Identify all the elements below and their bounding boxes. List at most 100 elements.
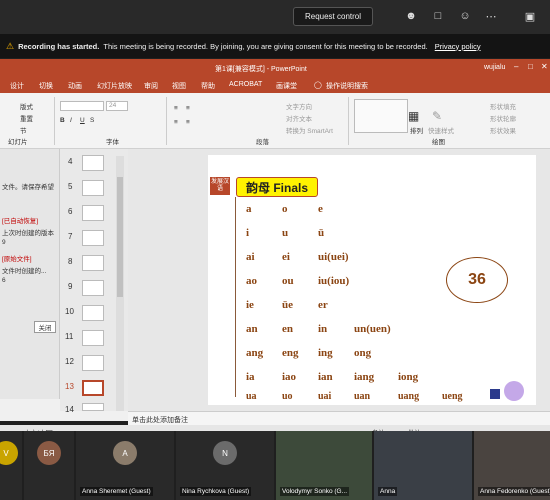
quick-styles-button[interactable]: 快速样式 [428, 125, 454, 135]
tab-review[interactable]: 审阅 [144, 81, 158, 91]
chat-icon[interactable]: □ [431, 9, 445, 23]
bold-button[interactable]: B [60, 117, 65, 124]
italic-button[interactable]: I [70, 117, 72, 124]
slide-thumbnail[interactable] [82, 180, 104, 196]
final: uan [354, 391, 371, 402]
camera-icon[interactable]: ▣ [523, 9, 537, 23]
group-drawing-label: 绘图 [432, 139, 445, 146]
participant-video-tile[interactable]: Volodymyr Sonko (G... [276, 431, 372, 500]
smartart-button[interactable]: 转换为 SmartArt [286, 125, 333, 135]
final: e [318, 203, 323, 215]
maximize-icon[interactable]: □ [528, 62, 538, 72]
participant-video-tile[interactable]: Anna [374, 431, 472, 500]
close-recovery-button[interactable]: 关闭 [34, 321, 56, 333]
participant-tile[interactable]: V [0, 431, 22, 500]
slide-thumbnail[interactable] [82, 230, 104, 246]
shadow-button[interactable]: S [90, 117, 94, 124]
bullets-button[interactable]: ≡ [174, 105, 178, 112]
reset-button[interactable]: 重置 [20, 113, 33, 123]
slide-thumbnail-selected[interactable] [82, 380, 104, 396]
more-icon[interactable]: ⋯ [484, 9, 498, 23]
final: ueng [442, 391, 463, 402]
shape-outline-button[interactable]: 形状轮廓 [490, 113, 516, 123]
slide-thumbnail[interactable] [82, 305, 104, 321]
font-size-select[interactable]: 24 [106, 101, 128, 111]
recovery-original-desc: 文件时创建的... [2, 268, 47, 275]
slide-thumbnail[interactable] [82, 255, 104, 271]
request-control-button[interactable]: Request control [293, 7, 373, 26]
close-icon[interactable]: ✕ [541, 62, 550, 72]
group-slides-label: 幻灯片 [8, 139, 28, 146]
group-paragraph-label: 段落 [256, 139, 269, 146]
final: uai [318, 391, 332, 402]
font-name-select[interactable] [60, 101, 104, 111]
tab-acrobat[interactable]: ACROBAT [229, 81, 262, 88]
participant-strip: V БЯ A Anna Sheremet (Guest) N Nina Rych… [0, 431, 550, 500]
final: iu(iou) [318, 275, 350, 287]
slide-thumbnail[interactable] [82, 355, 104, 371]
tab-design[interactable]: 设计 [10, 81, 24, 91]
final: ai [246, 251, 255, 263]
final: ian [318, 371, 333, 383]
thumb-number: 5 [68, 182, 73, 191]
notes-pane[interactable]: 单击此处添加备注 [128, 411, 550, 425]
participant-tile[interactable]: N Nina Rychkova (Guest) [176, 431, 274, 500]
recovery-original[interactable]: [原始文件] [2, 253, 32, 263]
final: ui(uei) [318, 251, 349, 263]
document-recovery-pane: 文件。请保存希望 [已自动恢复] 上次时创建的版本 9 [原始文件] 文件时创建… [0, 149, 60, 399]
ribbon: 版式 重置 节 幻灯片 24 B I U S 字体 ≡ ≡ ≡ ≡ 文字方向 对… [0, 93, 550, 149]
layout-button[interactable]: 版式 [20, 101, 33, 111]
tell-me-search[interactable]: 操作说明搜索 [326, 81, 368, 91]
shape-fill-button[interactable]: 形状填充 [490, 101, 516, 111]
tab-slideshow[interactable]: 幻灯片放映 [97, 81, 132, 91]
slide[interactable]: 发展汉语 韵母 Finals a o e i u ü ai ei ui(uei)… [208, 155, 536, 405]
arrange-icon[interactable]: ▦ [408, 109, 419, 123]
lightbulb-icon: ◯ [314, 82, 322, 89]
participant-tile[interactable]: A Anna Sheremet (Guest) [76, 431, 174, 500]
participant-tile[interactable]: БЯ [24, 431, 74, 500]
section-button[interactable]: 节 [20, 125, 27, 135]
group-font-label: 字体 [106, 139, 119, 146]
numbering-button[interactable]: ≡ [186, 105, 190, 112]
tab-help[interactable]: 帮助 [201, 81, 215, 91]
slide-thumbnail[interactable] [82, 280, 104, 296]
separator [54, 97, 55, 145]
scrollbar-thumb[interactable] [117, 177, 123, 297]
divider-line [235, 197, 236, 397]
shapes-gallery[interactable] [354, 99, 408, 133]
slide-thumbnail[interactable] [82, 403, 104, 411]
final: en [282, 323, 293, 335]
powerpoint-window: 第1课[兼容模式] - PowerPoint wujialu – □ ✕ 设计 … [0, 59, 550, 437]
final: ao [246, 275, 257, 287]
align-text-button[interactable]: 对齐文本 [286, 113, 312, 123]
recovery-autosaved[interactable]: [已自动恢复] [2, 215, 38, 225]
avatar: V [0, 441, 18, 465]
slide-thumbnail[interactable] [82, 155, 104, 171]
slide-thumbnail[interactable] [82, 205, 104, 221]
shape-effects-button[interactable]: 形状效果 [490, 125, 516, 135]
final: iong [398, 371, 419, 383]
avatar: БЯ [37, 441, 61, 465]
minimize-icon[interactable]: – [514, 62, 524, 72]
align-center-button[interactable]: ≡ [186, 119, 190, 126]
thumb-number: 10 [65, 307, 74, 316]
tab-view[interactable]: 视图 [172, 81, 186, 91]
final: üe [282, 299, 293, 311]
people-icon[interactable]: ☻ [404, 9, 418, 23]
final: u [282, 227, 289, 239]
slide-number-circle: 36 [446, 257, 508, 303]
privacy-policy-link[interactable]: Privacy policy [435, 42, 481, 51]
final: a [246, 203, 252, 215]
participant-video-tile[interactable]: Anna Fedorenko (Guest) [474, 431, 550, 500]
slide-thumbnail[interactable] [82, 330, 104, 346]
text-direction-button[interactable]: 文字方向 [286, 101, 312, 111]
tab-transitions[interactable]: 切换 [39, 81, 53, 91]
underline-button[interactable]: U [80, 117, 85, 124]
tab-animations[interactable]: 动画 [68, 81, 82, 91]
publisher-logo [490, 389, 500, 399]
react-icon[interactable]: ☺ [458, 9, 472, 23]
tab-huaketang[interactable]: 画课堂 [276, 81, 297, 91]
quick-styles-icon[interactable]: ✎ [432, 109, 442, 123]
arrange-button[interactable]: 排列 [410, 125, 423, 135]
align-left-button[interactable]: ≡ [174, 119, 178, 126]
